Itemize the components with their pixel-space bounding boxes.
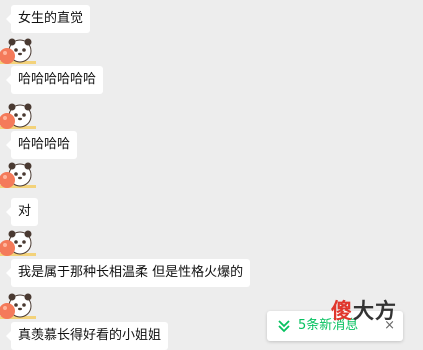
watermark-char: 大方 bbox=[353, 299, 397, 323]
message-text: 哈哈哈哈哈哈 bbox=[18, 72, 97, 87]
message-text: 女生的直觉 bbox=[18, 11, 84, 26]
message-bubble[interactable]: 真羡慕长得好看的小姐姐 bbox=[5, 322, 169, 350]
chat-message-area[interactable]: 女生的直觉 哈哈哈哈哈哈 哈哈哈哈 对 我是属于那种长相温柔 但是性格火爆的 真… bbox=[0, 0, 423, 350]
panda-avatar-icon bbox=[0, 38, 36, 64]
message-bubble[interactable]: 女生的直觉 bbox=[5, 5, 91, 33]
message-bubble[interactable]: 哈哈哈哈 bbox=[5, 131, 78, 159]
message-text: 对 bbox=[18, 204, 32, 219]
avatar[interactable] bbox=[0, 158, 36, 194]
message-bubble[interactable]: 我是属于那种长相温柔 但是性格火爆的 bbox=[5, 259, 251, 287]
avatar[interactable] bbox=[0, 34, 36, 70]
panda-avatar-icon bbox=[0, 162, 36, 188]
panda-avatar-icon bbox=[0, 103, 36, 129]
message-text: 哈哈哈哈 bbox=[18, 137, 71, 152]
message-text: 真羡慕长得好看的小姐姐 bbox=[18, 328, 162, 343]
avatar[interactable] bbox=[0, 99, 36, 135]
message-bubble[interactable]: 对 bbox=[5, 198, 39, 226]
avatar[interactable] bbox=[0, 289, 36, 325]
panda-avatar-icon bbox=[0, 293, 36, 319]
avatar[interactable] bbox=[0, 226, 36, 262]
message-text: 我是属于那种长相温柔 但是性格火爆的 bbox=[18, 265, 244, 280]
panda-avatar-icon bbox=[0, 230, 36, 256]
message-bubble[interactable]: 哈哈哈哈哈哈 bbox=[5, 66, 104, 94]
double-chevron-down-icon bbox=[277, 318, 291, 334]
watermark-logo: 傻大方 bbox=[331, 298, 411, 326]
watermark-char: 傻 bbox=[331, 299, 353, 323]
